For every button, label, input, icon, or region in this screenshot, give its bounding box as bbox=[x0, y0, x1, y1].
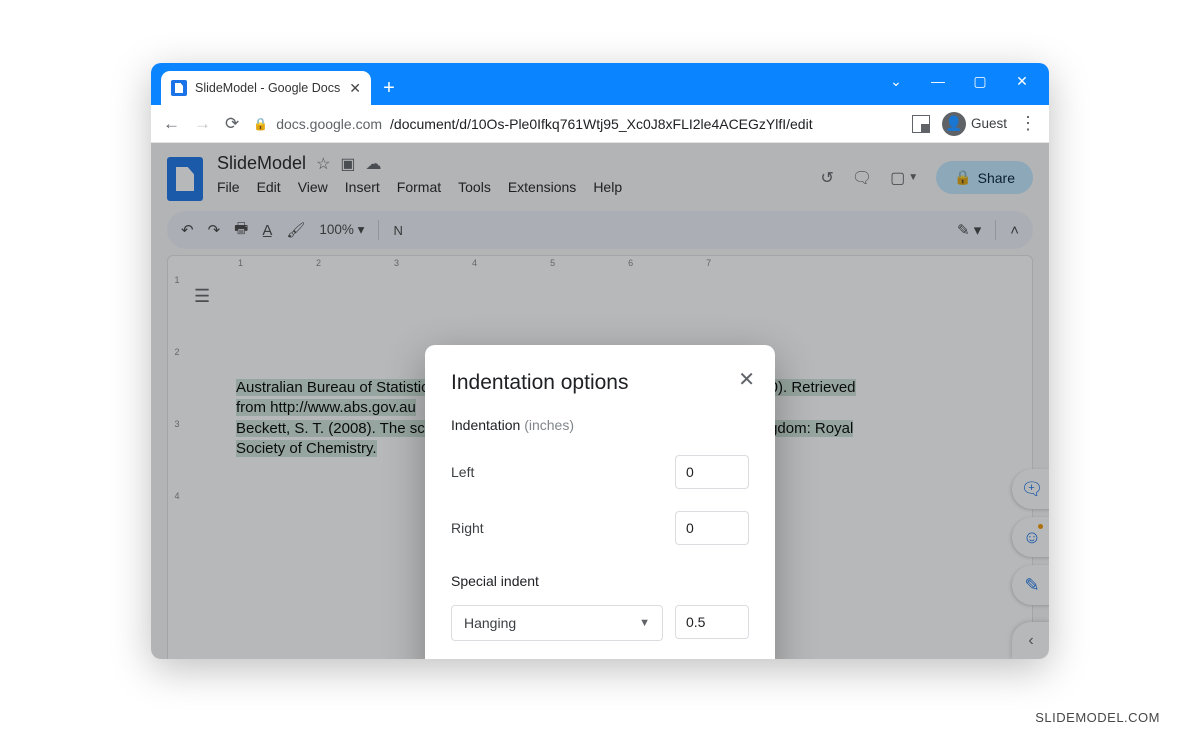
right-indent-label: Right bbox=[451, 520, 484, 536]
browser-window: SlideModel - Google Docs ✕ + ⌄ — ▢ ✕ ← →… bbox=[151, 63, 1049, 659]
left-indent-label: Left bbox=[451, 464, 474, 480]
reload-icon[interactable]: ⟳ bbox=[225, 114, 239, 134]
watermark: SLIDEMODEL.COM bbox=[1035, 710, 1160, 725]
indentation-options-dialog: Indentation options ✕ Indentation (inche… bbox=[425, 345, 775, 659]
docs-app: SlideModel ☆ ▣ ☁ File Edit View Insert F… bbox=[151, 143, 1049, 659]
browser-menu-icon[interactable]: ⋮ bbox=[1019, 113, 1037, 134]
docs-favicon bbox=[171, 80, 187, 96]
forward-icon: → bbox=[194, 114, 211, 134]
indentation-section-label: Indentation (inches) bbox=[451, 417, 749, 433]
maximize-icon[interactable]: ▢ bbox=[963, 67, 997, 95]
avatar-icon: 👤 bbox=[942, 112, 966, 136]
new-tab-button[interactable]: + bbox=[375, 74, 403, 102]
panel-icon[interactable] bbox=[912, 115, 930, 133]
special-indent-label: Special indent bbox=[451, 573, 749, 589]
profile-chip[interactable]: 👤 Guest bbox=[942, 112, 1007, 136]
left-indent-input[interactable] bbox=[675, 455, 749, 489]
profile-label: Guest bbox=[971, 116, 1007, 131]
chevron-down-icon[interactable]: ⌄ bbox=[879, 67, 913, 95]
tab-title: SlideModel - Google Docs bbox=[195, 81, 341, 95]
lock-icon: 🔒 bbox=[253, 117, 268, 131]
special-indent-value: Hanging bbox=[464, 615, 516, 631]
special-indent-select[interactable]: Hanging ▼ bbox=[451, 605, 663, 641]
url-path: /document/d/10Os-Ple0Ifkq761Wtj95_Xc0J8x… bbox=[390, 116, 813, 132]
right-indent-input[interactable] bbox=[675, 511, 749, 545]
window-titlebar: SlideModel - Google Docs ✕ + ⌄ — ▢ ✕ bbox=[151, 63, 1049, 105]
minimize-icon[interactable]: — bbox=[921, 67, 955, 95]
close-icon[interactable]: ✕ bbox=[1005, 67, 1039, 95]
dialog-close-icon[interactable]: ✕ bbox=[738, 367, 755, 392]
special-indent-amount-input[interactable] bbox=[675, 605, 749, 639]
chevron-down-icon: ▼ bbox=[639, 617, 650, 629]
url-display[interactable]: 🔒 docs.google.com/document/d/10Os-Ple0If… bbox=[253, 116, 898, 132]
browser-tab[interactable]: SlideModel - Google Docs ✕ bbox=[161, 71, 371, 105]
window-controls: ⌄ — ▢ ✕ bbox=[879, 67, 1049, 105]
back-icon[interactable]: ← bbox=[163, 114, 180, 134]
address-bar: ← → ⟳ 🔒 docs.google.com/document/d/10Os-… bbox=[151, 105, 1049, 143]
dialog-title: Indentation options bbox=[451, 371, 749, 395]
tab-close-icon[interactable]: ✕ bbox=[349, 80, 361, 97]
url-host: docs.google.com bbox=[276, 116, 382, 132]
